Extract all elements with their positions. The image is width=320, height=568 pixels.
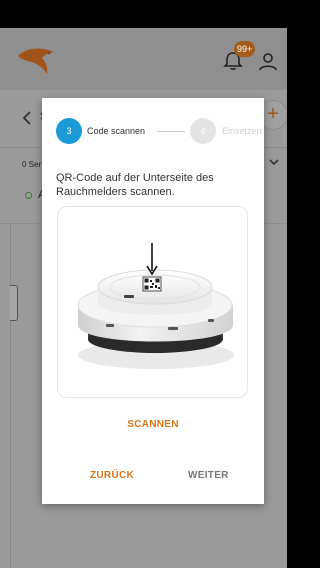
side-drawer-handle[interactable] bbox=[10, 285, 18, 321]
smoke-detector-qr-code-image bbox=[57, 206, 248, 398]
person-icon[interactable] bbox=[258, 52, 278, 72]
arrow-down-icon bbox=[146, 243, 158, 276]
back-button[interactable]: ZURÜCK bbox=[90, 470, 134, 481]
chevron-left-icon[interactable] bbox=[20, 110, 34, 126]
scan-button[interactable]: SCANNEN bbox=[42, 419, 264, 430]
step-4-label: Einsetzen bbox=[222, 126, 262, 136]
app-screen: 99+ S + 0 Ser A 3 Code scannen 4 Einsetz… bbox=[0, 0, 287, 568]
step-3-label: Code scannen bbox=[87, 126, 146, 136]
status-bar bbox=[0, 0, 287, 28]
next-button[interactable]: WEITER bbox=[188, 470, 229, 481]
bird-logo-icon[interactable] bbox=[16, 42, 58, 76]
side-divider bbox=[10, 224, 11, 568]
setup-stepper: 3 Code scannen 4 Einsetzen bbox=[56, 118, 276, 146]
chevron-down-icon[interactable] bbox=[268, 156, 280, 168]
step-4-indicator: 4 bbox=[190, 118, 216, 144]
smoke-detector-illustration bbox=[77, 243, 234, 369]
notification-badge: 99+ bbox=[234, 41, 256, 57]
qr-code-icon bbox=[142, 276, 162, 292]
status-dot-icon bbox=[25, 192, 32, 199]
scan-code-dialog: 3 Code scannen 4 Einsetzen QR-Code auf d… bbox=[42, 98, 264, 504]
step-connector bbox=[157, 131, 185, 132]
step-3-indicator: 3 bbox=[56, 118, 82, 144]
sensor-count-label: 0 Ser bbox=[22, 160, 42, 169]
instruction-text: QR-Code auf der Unterseite des Rauchmeld… bbox=[56, 172, 214, 198]
app-header: 99+ bbox=[0, 28, 287, 90]
